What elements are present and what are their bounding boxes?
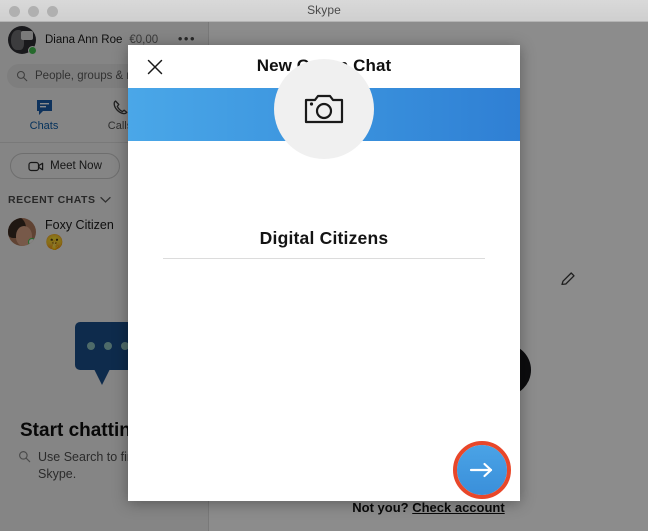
group-name-input[interactable]: Digital Citizens bbox=[163, 228, 485, 259]
window-titlebar: Skype bbox=[0, 0, 648, 22]
camera-icon bbox=[304, 94, 344, 124]
next-button[interactable] bbox=[457, 445, 507, 495]
arrow-right-icon bbox=[469, 462, 493, 478]
new-group-chat-dialog: New Group Chat Digital Citizens bbox=[128, 45, 520, 501]
group-name-underline bbox=[163, 258, 485, 259]
window-title: Skype bbox=[307, 3, 341, 17]
group-avatar-upload-button[interactable] bbox=[274, 59, 374, 159]
skype-window: Skype Diana Ann Roe €0,00 ••• People, gr… bbox=[0, 0, 648, 531]
group-name-value: Digital Citizens bbox=[259, 228, 389, 248]
